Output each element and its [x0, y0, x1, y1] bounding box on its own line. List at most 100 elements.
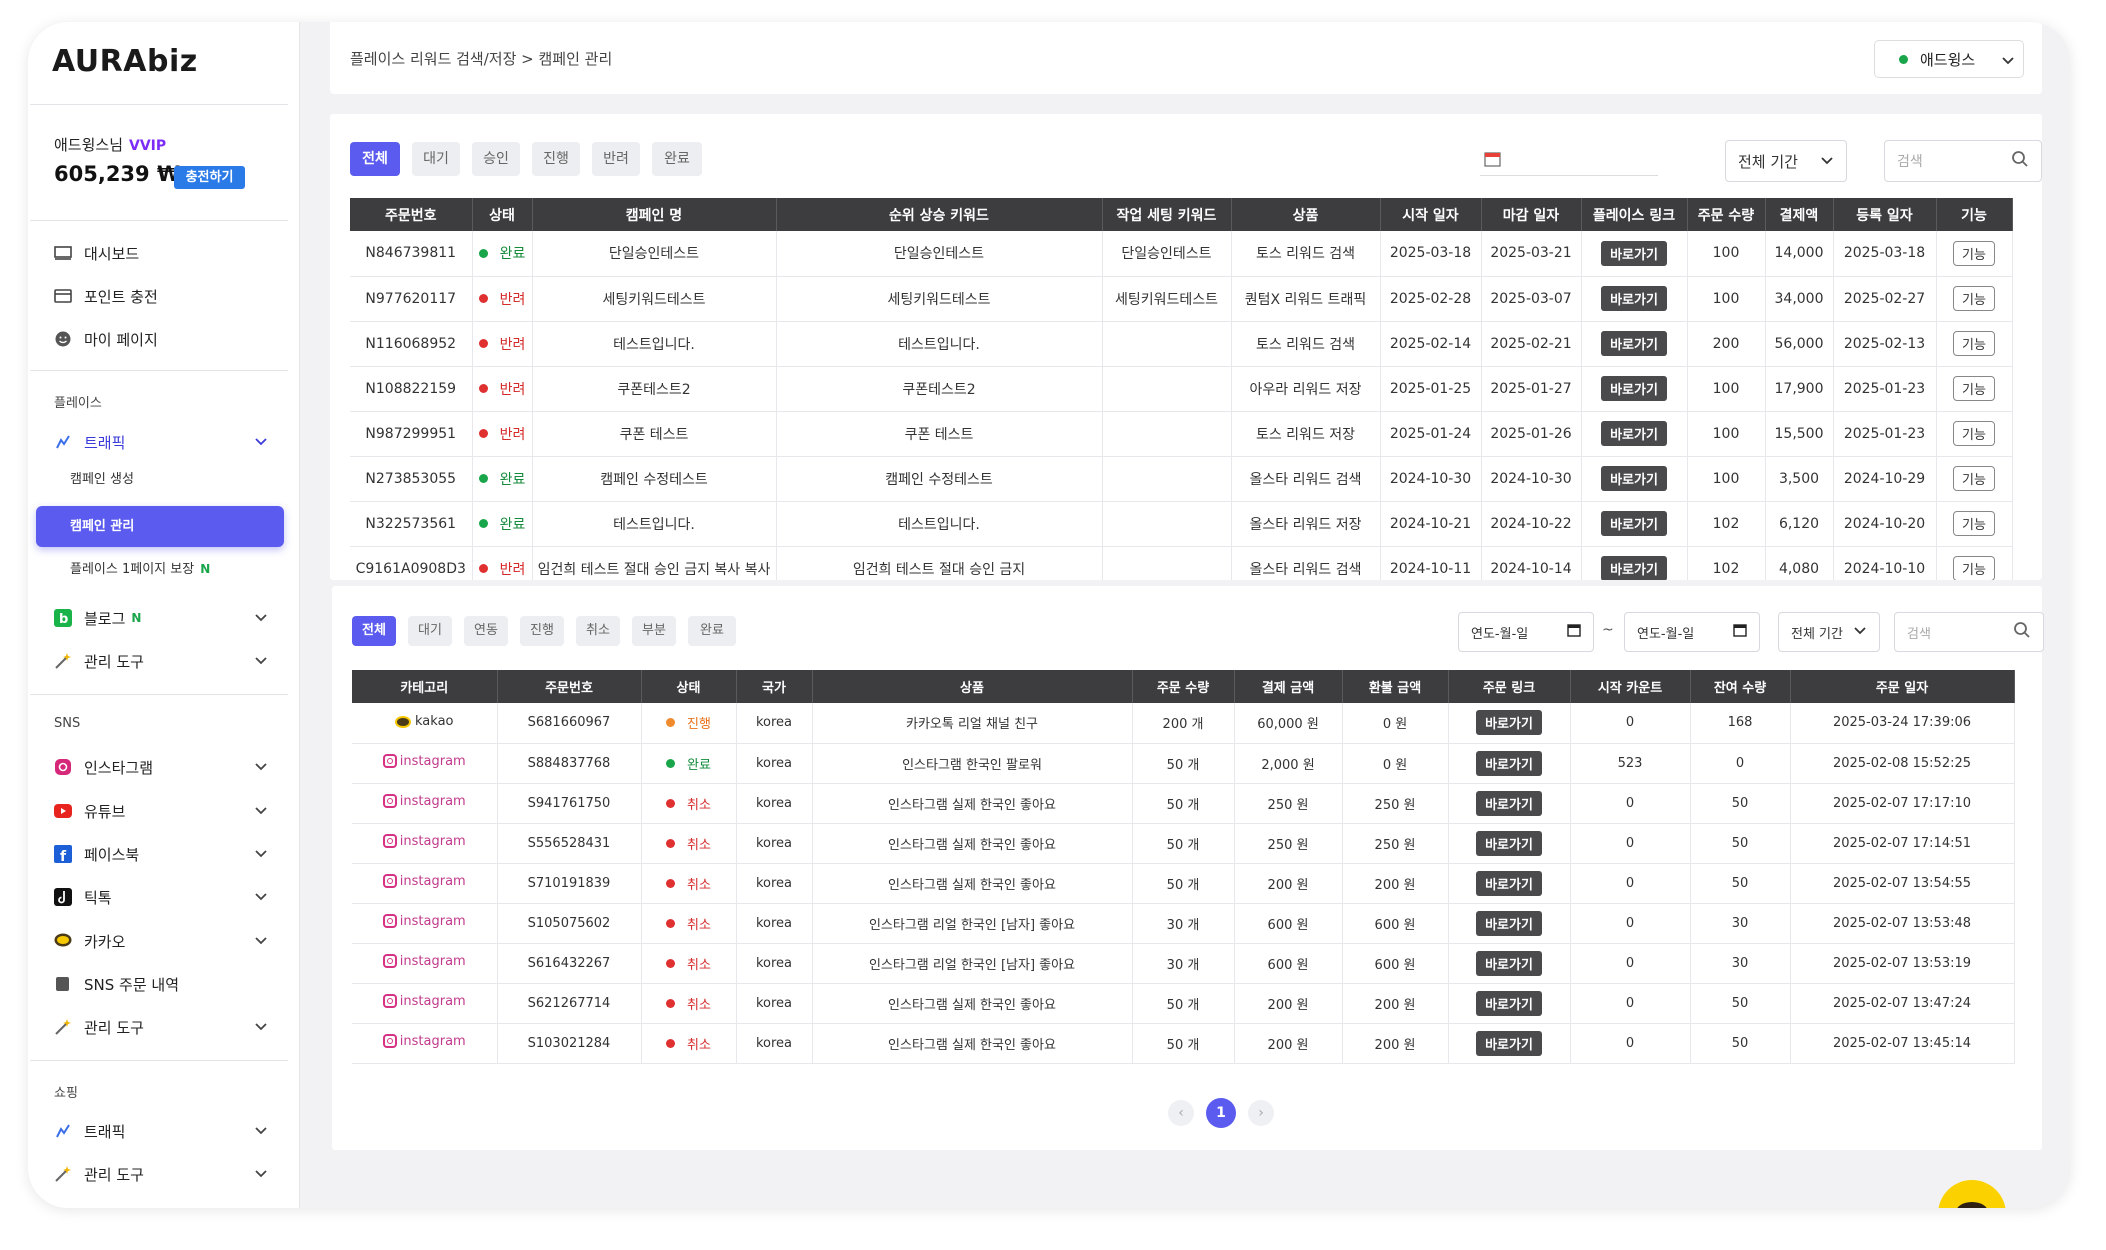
go-link-button[interactable]: 바로가기	[1601, 331, 1667, 356]
remaining-qty: 30	[1690, 903, 1791, 944]
sidebar-item-dashboard[interactable]: 대시보드	[54, 238, 290, 268]
prev-page-button[interactable]: ‹	[1168, 1100, 1194, 1126]
filter-progress[interactable]: 진행	[520, 616, 564, 646]
place-link-cell: 바로가기	[1581, 501, 1688, 547]
sidebar-item-tiktok[interactable]: 틱톡	[54, 882, 290, 912]
divider	[30, 694, 288, 695]
go-link-button[interactable]: 바로가기	[1476, 750, 1542, 776]
refund: 200 원	[1342, 863, 1449, 904]
order-link-cell: 바로가기	[1448, 1023, 1571, 1064]
filter-progress[interactable]: 진행	[532, 142, 580, 176]
function-button[interactable]: 기능	[1953, 421, 1995, 446]
date-to-input[interactable]: 연도-월-일	[1624, 612, 1760, 652]
go-link-button[interactable]: 바로가기	[1476, 990, 1542, 1016]
calendar-icon	[1567, 623, 1581, 641]
sidebar-item-points[interactable]: 포인트 충전	[54, 281, 290, 311]
category-cell: instagram	[352, 823, 498, 864]
start-date: 2024-10-30	[1380, 456, 1482, 502]
date-from-input[interactable]: 연도-월-일	[1458, 612, 1594, 652]
column-header: 환불 금액	[1342, 670, 1449, 703]
table-row: N846739811 완료 단일승인테스트 단일승인테스트 단일승인테스트 토스 리워드 …	[350, 231, 2013, 277]
country: korea	[736, 743, 813, 784]
go-link-button[interactable]: 바로가기	[1601, 511, 1667, 536]
sidebar-item-kakao[interactable]: 카카오	[54, 926, 290, 956]
filter-all[interactable]: 전체	[350, 142, 400, 176]
go-link-button[interactable]: 바로가기	[1601, 376, 1667, 401]
go-link-button[interactable]: 바로가기	[1476, 950, 1542, 976]
go-link-button[interactable]: 바로가기	[1601, 421, 1667, 446]
wand-icon	[54, 652, 72, 670]
go-link-button[interactable]: 바로가기	[1601, 466, 1667, 491]
filter-partial[interactable]: 부분	[632, 616, 676, 646]
status-cell: 취소	[641, 943, 737, 984]
start-count: 523	[1570, 743, 1691, 784]
search-input[interactable]: 검색	[1894, 612, 2044, 652]
section-sns: SNS	[54, 716, 81, 731]
function-button[interactable]: 기능	[1953, 331, 1995, 356]
sidebar-item-blog[interactable]: b 블로그 N	[54, 603, 290, 633]
filter-waiting[interactable]: 대기	[408, 616, 452, 646]
pagination: ‹ 1 ›	[1162, 1098, 1280, 1128]
category-cell: kakao	[352, 703, 498, 744]
period-select[interactable]: 전체 기간	[1725, 140, 1847, 182]
product: 인스타그램 실제 한국인 좋아요	[812, 1023, 1133, 1064]
order-id: N322573561	[350, 501, 473, 547]
column-header: 상품	[812, 670, 1133, 703]
sidebar-item-instagram[interactable]: 인스타그램	[54, 752, 290, 782]
period-select[interactable]: 전체 기간	[1778, 612, 1880, 652]
order-date: 2025-02-07 13:53:48	[1790, 903, 2015, 944]
go-link-button[interactable]: 바로가기	[1476, 790, 1542, 816]
go-link-button[interactable]: 바로가기	[1476, 710, 1542, 736]
filter-done[interactable]: 완료	[688, 616, 736, 646]
next-page-button[interactable]: ›	[1248, 1100, 1274, 1126]
sidebar-item-shop-traffic[interactable]: 트래픽	[54, 1116, 290, 1146]
search-input[interactable]: 검색	[1884, 140, 2042, 182]
sidebar-item-mypage[interactable]: 마이 페이지	[54, 324, 290, 354]
function-button[interactable]: 기능	[1953, 376, 1995, 401]
function-button[interactable]: 기능	[1953, 511, 1995, 536]
order-qty: 102	[1687, 501, 1766, 547]
go-link-button[interactable]: 바로가기	[1476, 830, 1542, 856]
category-instagram: instagram	[382, 1034, 466, 1049]
filter-rejected[interactable]: 반려	[592, 142, 640, 176]
account-selector[interactable]: 애드윙스	[1874, 40, 2024, 78]
sidebar-item-tools[interactable]: 관리 도구	[54, 646, 290, 676]
go-link-button[interactable]: 바로가기	[1601, 556, 1667, 580]
payment: 200 원	[1234, 863, 1343, 904]
sidebar-item-campaign-create[interactable]: 캠페인 생성	[70, 468, 134, 487]
sidebar-item-sns-orders[interactable]: SNS 주문 내역	[54, 969, 290, 999]
go-link-button[interactable]: 바로가기	[1476, 870, 1542, 896]
function-button[interactable]: 기능	[1953, 466, 1995, 491]
function-button[interactable]: 기능	[1953, 240, 1995, 266]
filter-done[interactable]: 완료	[652, 142, 702, 176]
kakao-chat-button[interactable]	[1938, 1180, 2006, 1208]
sidebar-item-sns-tools[interactable]: 관리 도구	[54, 1012, 290, 1042]
column-header: 주문 링크	[1448, 670, 1571, 703]
sidebar-item-place-page[interactable]: 플레이스 1페이지 보장 N	[70, 558, 210, 577]
sidebar-item-youtube[interactable]: 유튜브	[54, 796, 290, 826]
sidebar-item-shop-tools[interactable]: 관리 도구	[54, 1159, 290, 1189]
sidebar-item-campaign-manage[interactable]: 캠페인 관리	[36, 506, 284, 547]
status-cell: 완료	[472, 231, 533, 277]
page-button-current[interactable]: 1	[1206, 1098, 1236, 1128]
remaining-qty: 50	[1690, 863, 1791, 904]
filter-cancel[interactable]: 취소	[576, 616, 620, 646]
status-dot	[666, 918, 676, 928]
filter-linked[interactable]: 연동	[464, 616, 508, 646]
date-range-field[interactable]	[1480, 146, 1658, 176]
sidebar-item-facebook[interactable]: f 페이스북	[54, 839, 290, 869]
refund: 200 원	[1342, 983, 1449, 1024]
charge-button[interactable]: 충전하기	[174, 166, 245, 189]
function-button[interactable]: 기능	[1953, 556, 1995, 580]
go-link-button[interactable]: 바로가기	[1476, 910, 1542, 936]
sidebar-item-place-traffic[interactable]: 트래픽	[54, 427, 290, 457]
go-link-button[interactable]: 바로가기	[1601, 240, 1667, 266]
function-button[interactable]: 기능	[1953, 286, 1995, 311]
go-link-button[interactable]: 바로가기	[1601, 286, 1667, 311]
filter-approved[interactable]: 승인	[472, 142, 520, 176]
order-qty: 100	[1687, 366, 1766, 412]
filter-waiting[interactable]: 대기	[412, 142, 460, 176]
go-link-button[interactable]: 바로가기	[1476, 1030, 1542, 1056]
order-link-cell: 바로가기	[1448, 903, 1571, 944]
filter-all[interactable]: 전체	[352, 616, 396, 646]
